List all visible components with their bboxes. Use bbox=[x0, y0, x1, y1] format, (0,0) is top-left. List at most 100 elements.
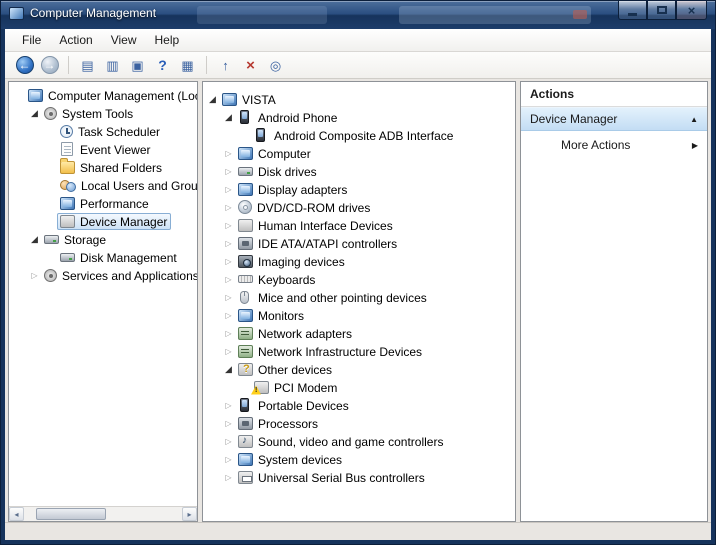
maximize-icon bbox=[656, 6, 667, 14]
scrollbar-track[interactable] bbox=[24, 507, 182, 521]
tree-item-local-users-and-groups[interactable]: Local Users and Groups bbox=[9, 176, 197, 194]
tree-item-adb-interface[interactable]: Android Composite ADB Interface bbox=[203, 126, 515, 144]
twisty-collapsed-icon[interactable]: ▷ bbox=[222, 239, 235, 248]
tree-item-disk-drives[interactable]: ▷ Disk drives bbox=[203, 162, 515, 180]
tree-item-system-tools[interactable]: ◢ System Tools bbox=[9, 104, 197, 122]
minimize-button[interactable] bbox=[618, 1, 647, 20]
tree-item-computer-node[interactable]: ▷ Computer bbox=[203, 144, 515, 162]
tree-item-device-manager[interactable]: Device Manager bbox=[9, 212, 197, 230]
tree-item-computer-management[interactable]: Computer Management (Local bbox=[9, 86, 197, 104]
menu-view[interactable]: View bbox=[102, 30, 146, 50]
tree-item-performance[interactable]: Performance bbox=[9, 194, 197, 212]
help-button[interactable]: ? bbox=[151, 54, 174, 77]
tree-item-other-devices[interactable]: ◢ Other devices bbox=[203, 360, 515, 378]
export-list-button[interactable]: ▥ bbox=[101, 54, 124, 77]
console-tree: Computer Management (Local ◢ System Tools T… bbox=[9, 82, 197, 506]
tree-item-computer[interactable]: ◢ VISTA bbox=[203, 90, 515, 108]
scrollbar-thumb[interactable] bbox=[36, 508, 106, 520]
tree-item-keyboards[interactable]: ▷ Keyboards bbox=[203, 270, 515, 288]
twisty-collapsed-icon[interactable]: ▷ bbox=[222, 419, 235, 428]
twisty-expanded-icon[interactable]: ◢ bbox=[222, 112, 235, 123]
twisty-collapsed-icon[interactable]: ▷ bbox=[222, 149, 235, 158]
toolbar: ← → ▤ ▥ ▣? ▦ ↑ × ◎ bbox=[5, 52, 711, 79]
scroll-right-button[interactable]: ▸ bbox=[182, 507, 197, 521]
show-console-tree-button[interactable]: ▤ bbox=[76, 54, 99, 77]
scroll-left-button[interactable]: ◂ bbox=[9, 507, 24, 521]
tree-item-dvd-cd-rom-drives[interactable]: ▷ DVD/CD-ROM drives bbox=[203, 198, 515, 216]
action-device-manager[interactable]: Device Manager bbox=[521, 107, 707, 131]
tree-item-label: Event Viewer bbox=[80, 142, 151, 157]
menu-action[interactable]: Action bbox=[50, 30, 101, 50]
tree-item-network-infrastructure-devices[interactable]: ▷ Network Infrastructure Devices bbox=[203, 342, 515, 360]
tree-item-monitors[interactable]: ▷ Monitors bbox=[203, 306, 515, 324]
twisty-expanded-icon[interactable]: ◢ bbox=[206, 94, 219, 105]
twisty-expanded-icon[interactable]: ◢ bbox=[222, 364, 235, 375]
close-button[interactable]: × bbox=[676, 1, 707, 20]
twisty-collapsed-icon[interactable]: ▷ bbox=[28, 271, 41, 280]
tree-item-display-adapters[interactable]: ▷ Display adapters bbox=[203, 180, 515, 198]
tree-item-android-phone[interactable]: ◢ Android Phone bbox=[203, 108, 515, 126]
tree-item-human-interface-devices[interactable]: ▷ Human Interface Devices bbox=[203, 216, 515, 234]
human-interface-devices-icon bbox=[238, 218, 253, 232]
twisty-expanded-icon[interactable]: ◢ bbox=[28, 108, 41, 119]
tree-item-label: Processors bbox=[258, 416, 319, 431]
other-devices-icon bbox=[238, 362, 253, 376]
properties-button[interactable]: ▣ bbox=[126, 54, 149, 77]
tree-item-label: Keyboards bbox=[258, 272, 316, 287]
tree-item-pci-modem[interactable]: PCI Modem bbox=[203, 378, 515, 396]
tree-item-label: IDE ATA/ATAPI controllers bbox=[258, 236, 398, 251]
more-actions-chevron-icon[interactable] bbox=[692, 141, 698, 150]
twisty-collapsed-icon[interactable]: ▷ bbox=[222, 185, 235, 194]
tree-item-network-adapters[interactable]: ▷ Network adapters bbox=[203, 324, 515, 342]
tree-item-storage[interactable]: ◢ Storage bbox=[9, 230, 197, 248]
menu-help[interactable]: Help bbox=[146, 30, 189, 50]
twisty-collapsed-icon[interactable]: ▷ bbox=[222, 347, 235, 356]
mice-icon bbox=[240, 290, 249, 304]
tree-item-task-scheduler[interactable]: Task Scheduler bbox=[9, 122, 197, 140]
tree-item-label: System Tools bbox=[62, 106, 134, 121]
maximize-button[interactable] bbox=[647, 1, 676, 20]
tree-item-disk-management[interactable]: Disk Management bbox=[9, 248, 197, 266]
minimize-icon bbox=[628, 12, 637, 16]
tree-item-ide-ata-atapi-controllers[interactable]: ▷ IDE ATA/ATAPI controllers bbox=[203, 234, 515, 252]
action-more-actions[interactable]: More Actions bbox=[521, 133, 707, 157]
twisty-collapsed-icon[interactable]: ▷ bbox=[222, 275, 235, 284]
tree-item-services-and-applications[interactable]: ▷ Services and Applications bbox=[9, 266, 197, 284]
forward-button[interactable]: → bbox=[38, 54, 61, 77]
twisty-collapsed-icon[interactable]: ▷ bbox=[222, 203, 235, 212]
tree-item-imaging-devices[interactable]: ▷ Imaging devices bbox=[203, 252, 515, 270]
twisty-collapsed-icon[interactable]: ▷ bbox=[222, 257, 235, 266]
tree-item-mice[interactable]: ▷ Mice and other pointing devices bbox=[203, 288, 515, 306]
tree-item-sound-video-game-controllers[interactable]: ▷ Sound, video and game controllers bbox=[203, 432, 515, 450]
tree-item-event-viewer[interactable]: Event Viewer bbox=[9, 140, 197, 158]
twisty-collapsed-icon[interactable]: ▷ bbox=[222, 473, 235, 482]
twisty-collapsed-icon[interactable]: ▷ bbox=[222, 329, 235, 338]
titlebar[interactable]: Computer Management × bbox=[1, 1, 715, 29]
twisty-collapsed-icon[interactable]: ▷ bbox=[222, 293, 235, 302]
twisty-collapsed-icon[interactable]: ▷ bbox=[222, 311, 235, 320]
show-action-pane-button[interactable]: ▦ bbox=[176, 54, 199, 77]
twisty-collapsed-icon[interactable]: ▷ bbox=[222, 455, 235, 464]
twisty-collapsed-icon[interactable]: ▷ bbox=[222, 167, 235, 176]
scan-hardware-button[interactable]: ◎ bbox=[264, 54, 287, 77]
titlebar-glass-reflection bbox=[399, 6, 591, 24]
processors-icon bbox=[238, 416, 253, 430]
back-button[interactable]: ← bbox=[13, 54, 36, 77]
twisty-expanded-icon[interactable]: ◢ bbox=[28, 234, 41, 245]
tree-item-shared-folders[interactable]: Shared Folders bbox=[9, 157, 197, 176]
twisty-collapsed-icon[interactable]: ▷ bbox=[222, 437, 235, 446]
menu-file[interactable]: File bbox=[13, 30, 50, 50]
tree-item-processors[interactable]: ▷ Processors bbox=[203, 414, 515, 432]
ide-ata-atapi-controllers-icon bbox=[238, 236, 253, 250]
tree-item-label: Network adapters bbox=[258, 326, 353, 341]
collapse-chevron-icon[interactable] bbox=[690, 115, 698, 124]
horizontal-scrollbar[interactable]: ◂ ▸ bbox=[9, 506, 197, 521]
uninstall-button[interactable]: × bbox=[239, 54, 262, 77]
forward-icon: → bbox=[40, 56, 59, 74]
update-driver-button[interactable]: ↑ bbox=[214, 54, 237, 77]
twisty-collapsed-icon[interactable]: ▷ bbox=[222, 221, 235, 230]
tree-item-system-devices[interactable]: ▷ System devices bbox=[203, 450, 515, 468]
twisty-collapsed-icon[interactable]: ▷ bbox=[222, 401, 235, 410]
tree-item-usb-controllers[interactable]: ▷ Universal Serial Bus controllers bbox=[203, 468, 515, 486]
tree-item-portable-devices[interactable]: ▷ Portable Devices bbox=[203, 396, 515, 414]
